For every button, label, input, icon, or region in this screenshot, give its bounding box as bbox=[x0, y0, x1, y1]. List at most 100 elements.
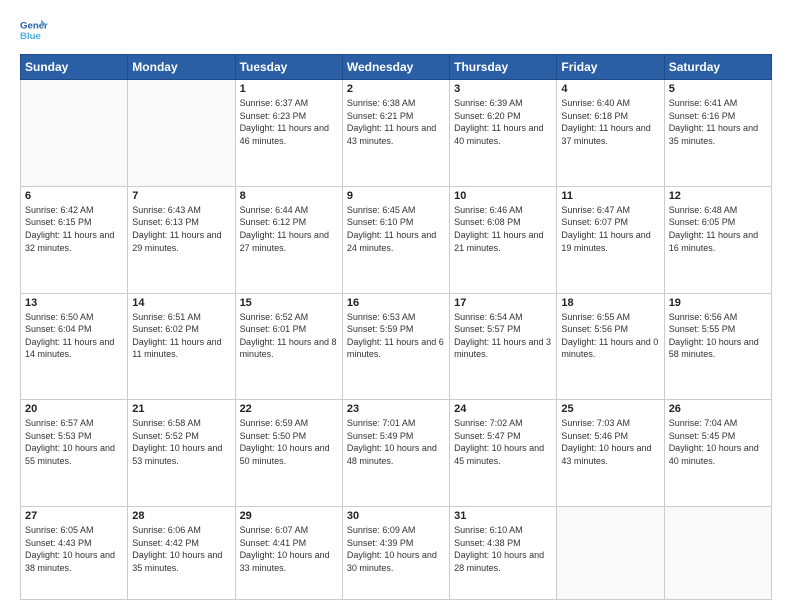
day-info: Sunrise: 6:46 AM Sunset: 6:08 PM Dayligh… bbox=[454, 204, 552, 254]
calendar-cell bbox=[664, 507, 771, 600]
calendar-cell: 10 Sunrise: 6:46 AM Sunset: 6:08 PM Dayli… bbox=[450, 186, 557, 293]
day-info: Sunrise: 7:02 AM Sunset: 5:47 PM Dayligh… bbox=[454, 417, 552, 467]
day-number: 10 bbox=[454, 190, 552, 202]
calendar-table: SundayMondayTuesdayWednesdayThursdayFrid… bbox=[20, 54, 772, 600]
day-number: 21 bbox=[132, 403, 230, 415]
calendar-week-row: 20 Sunrise: 6:57 AM Sunset: 5:53 PM Dayli… bbox=[21, 400, 772, 507]
day-info: Sunrise: 6:05 AM Sunset: 4:43 PM Dayligh… bbox=[25, 524, 123, 574]
calendar-cell: 24 Sunrise: 7:02 AM Sunset: 5:47 PM Dayli… bbox=[450, 400, 557, 507]
day-info: Sunrise: 6:41 AM Sunset: 6:16 PM Dayligh… bbox=[669, 97, 767, 147]
day-number: 17 bbox=[454, 297, 552, 309]
calendar-cell bbox=[128, 80, 235, 187]
day-info: Sunrise: 6:43 AM Sunset: 6:13 PM Dayligh… bbox=[132, 204, 230, 254]
svg-text:General: General bbox=[20, 20, 48, 31]
day-number: 7 bbox=[132, 190, 230, 202]
calendar-header-monday: Monday bbox=[128, 55, 235, 80]
day-number: 19 bbox=[669, 297, 767, 309]
day-info: Sunrise: 6:58 AM Sunset: 5:52 PM Dayligh… bbox=[132, 417, 230, 467]
day-number: 2 bbox=[347, 83, 445, 95]
day-number: 30 bbox=[347, 510, 445, 522]
day-number: 4 bbox=[561, 83, 659, 95]
calendar-header-wednesday: Wednesday bbox=[342, 55, 449, 80]
day-number: 24 bbox=[454, 403, 552, 415]
calendar-cell: 25 Sunrise: 7:03 AM Sunset: 5:46 PM Dayli… bbox=[557, 400, 664, 507]
svg-text:Blue: Blue bbox=[20, 31, 41, 42]
day-info: Sunrise: 6:45 AM Sunset: 6:10 PM Dayligh… bbox=[347, 204, 445, 254]
calendar-cell: 17 Sunrise: 6:54 AM Sunset: 5:57 PM Dayli… bbox=[450, 293, 557, 400]
calendar-cell: 16 Sunrise: 6:53 AM Sunset: 5:59 PM Dayli… bbox=[342, 293, 449, 400]
day-info: Sunrise: 6:59 AM Sunset: 5:50 PM Dayligh… bbox=[240, 417, 338, 467]
day-number: 20 bbox=[25, 403, 123, 415]
day-number: 9 bbox=[347, 190, 445, 202]
day-info: Sunrise: 6:55 AM Sunset: 5:56 PM Dayligh… bbox=[561, 311, 659, 361]
day-info: Sunrise: 7:01 AM Sunset: 5:49 PM Dayligh… bbox=[347, 417, 445, 467]
day-info: Sunrise: 6:56 AM Sunset: 5:55 PM Dayligh… bbox=[669, 311, 767, 361]
day-number: 5 bbox=[669, 83, 767, 95]
day-info: Sunrise: 6:42 AM Sunset: 6:15 PM Dayligh… bbox=[25, 204, 123, 254]
day-info: Sunrise: 6:50 AM Sunset: 6:04 PM Dayligh… bbox=[25, 311, 123, 361]
calendar-header-row: SundayMondayTuesdayWednesdayThursdayFrid… bbox=[21, 55, 772, 80]
calendar-header-tuesday: Tuesday bbox=[235, 55, 342, 80]
day-number: 8 bbox=[240, 190, 338, 202]
calendar-cell: 19 Sunrise: 6:56 AM Sunset: 5:55 PM Dayli… bbox=[664, 293, 771, 400]
calendar-cell: 3Sunrise: 6:39 AM Sunset: 6:20 PM Daylig… bbox=[450, 80, 557, 187]
day-info: Sunrise: 7:03 AM Sunset: 5:46 PM Dayligh… bbox=[561, 417, 659, 467]
calendar-cell: 11 Sunrise: 6:47 AM Sunset: 6:07 PM Dayli… bbox=[557, 186, 664, 293]
logo: General Blue bbox=[20, 16, 52, 44]
calendar-cell: 12 Sunrise: 6:48 AM Sunset: 6:05 PM Dayli… bbox=[664, 186, 771, 293]
calendar-cell: 31Sunrise: 6:10 AM Sunset: 4:38 PM Dayli… bbox=[450, 507, 557, 600]
calendar-cell: 7 Sunrise: 6:43 AM Sunset: 6:13 PM Daylig… bbox=[128, 186, 235, 293]
day-info: Sunrise: 6:47 AM Sunset: 6:07 PM Dayligh… bbox=[561, 204, 659, 254]
day-info: Sunrise: 6:57 AM Sunset: 5:53 PM Dayligh… bbox=[25, 417, 123, 467]
calendar-cell: 23Sunrise: 7:01 AM Sunset: 5:49 PM Dayli… bbox=[342, 400, 449, 507]
day-info: Sunrise: 6:53 AM Sunset: 5:59 PM Dayligh… bbox=[347, 311, 445, 361]
calendar-week-row: 1Sunrise: 6:37 AM Sunset: 6:23 PM Daylig… bbox=[21, 80, 772, 187]
calendar-cell bbox=[557, 507, 664, 600]
calendar-cell: 18Sunrise: 6:55 AM Sunset: 5:56 PM Dayli… bbox=[557, 293, 664, 400]
calendar-cell: 13 Sunrise: 6:50 AM Sunset: 6:04 PM Dayli… bbox=[21, 293, 128, 400]
day-info: Sunrise: 6:39 AM Sunset: 6:20 PM Dayligh… bbox=[454, 97, 552, 147]
calendar-cell: 27Sunrise: 6:05 AM Sunset: 4:43 PM Dayli… bbox=[21, 507, 128, 600]
day-number: 6 bbox=[25, 190, 123, 202]
day-number: 12 bbox=[669, 190, 767, 202]
calendar-cell: 1Sunrise: 6:37 AM Sunset: 6:23 PM Daylig… bbox=[235, 80, 342, 187]
page: General Blue SundayMondayTuesdayWednesda… bbox=[0, 0, 792, 612]
calendar-cell: 22 Sunrise: 6:59 AM Sunset: 5:50 PM Dayli… bbox=[235, 400, 342, 507]
day-info: Sunrise: 7:04 AM Sunset: 5:45 PM Dayligh… bbox=[669, 417, 767, 467]
calendar-week-row: 27Sunrise: 6:05 AM Sunset: 4:43 PM Dayli… bbox=[21, 507, 772, 600]
day-info: Sunrise: 6:44 AM Sunset: 6:12 PM Dayligh… bbox=[240, 204, 338, 254]
calendar-header-saturday: Saturday bbox=[664, 55, 771, 80]
day-number: 25 bbox=[561, 403, 659, 415]
day-number: 28 bbox=[132, 510, 230, 522]
day-number: 31 bbox=[454, 510, 552, 522]
calendar-cell: 15Sunrise: 6:52 AM Sunset: 6:01 PM Dayli… bbox=[235, 293, 342, 400]
calendar-cell: 30 Sunrise: 6:09 AM Sunset: 4:39 PM Dayli… bbox=[342, 507, 449, 600]
calendar-cell: 20 Sunrise: 6:57 AM Sunset: 5:53 PM Dayli… bbox=[21, 400, 128, 507]
calendar-header-friday: Friday bbox=[557, 55, 664, 80]
day-info: Sunrise: 6:48 AM Sunset: 6:05 PM Dayligh… bbox=[669, 204, 767, 254]
day-info: Sunrise: 6:51 AM Sunset: 6:02 PM Dayligh… bbox=[132, 311, 230, 361]
calendar-cell: 8 Sunrise: 6:44 AM Sunset: 6:12 PM Daylig… bbox=[235, 186, 342, 293]
day-number: 14 bbox=[132, 297, 230, 309]
day-number: 1 bbox=[240, 83, 338, 95]
day-info: Sunrise: 6:40 AM Sunset: 6:18 PM Dayligh… bbox=[561, 97, 659, 147]
calendar-week-row: 6 Sunrise: 6:42 AM Sunset: 6:15 PM Daylig… bbox=[21, 186, 772, 293]
calendar-cell: 9 Sunrise: 6:45 AM Sunset: 6:10 PM Daylig… bbox=[342, 186, 449, 293]
calendar-cell: 26Sunrise: 7:04 AM Sunset: 5:45 PM Dayli… bbox=[664, 400, 771, 507]
day-info: Sunrise: 6:54 AM Sunset: 5:57 PM Dayligh… bbox=[454, 311, 552, 361]
calendar-cell: 29Sunrise: 6:07 AM Sunset: 4:41 PM Dayli… bbox=[235, 507, 342, 600]
calendar-cell bbox=[21, 80, 128, 187]
day-number: 22 bbox=[240, 403, 338, 415]
day-info: Sunrise: 6:38 AM Sunset: 6:21 PM Dayligh… bbox=[347, 97, 445, 147]
day-number: 16 bbox=[347, 297, 445, 309]
calendar-header-sunday: Sunday bbox=[21, 55, 128, 80]
day-number: 29 bbox=[240, 510, 338, 522]
calendar-cell: 6 Sunrise: 6:42 AM Sunset: 6:15 PM Daylig… bbox=[21, 186, 128, 293]
day-number: 13 bbox=[25, 297, 123, 309]
day-info: Sunrise: 6:09 AM Sunset: 4:39 PM Dayligh… bbox=[347, 524, 445, 574]
day-number: 11 bbox=[561, 190, 659, 202]
calendar-header-thursday: Thursday bbox=[450, 55, 557, 80]
header: General Blue bbox=[20, 16, 772, 44]
calendar-week-row: 13 Sunrise: 6:50 AM Sunset: 6:04 PM Dayli… bbox=[21, 293, 772, 400]
day-info: Sunrise: 6:06 AM Sunset: 4:42 PM Dayligh… bbox=[132, 524, 230, 574]
